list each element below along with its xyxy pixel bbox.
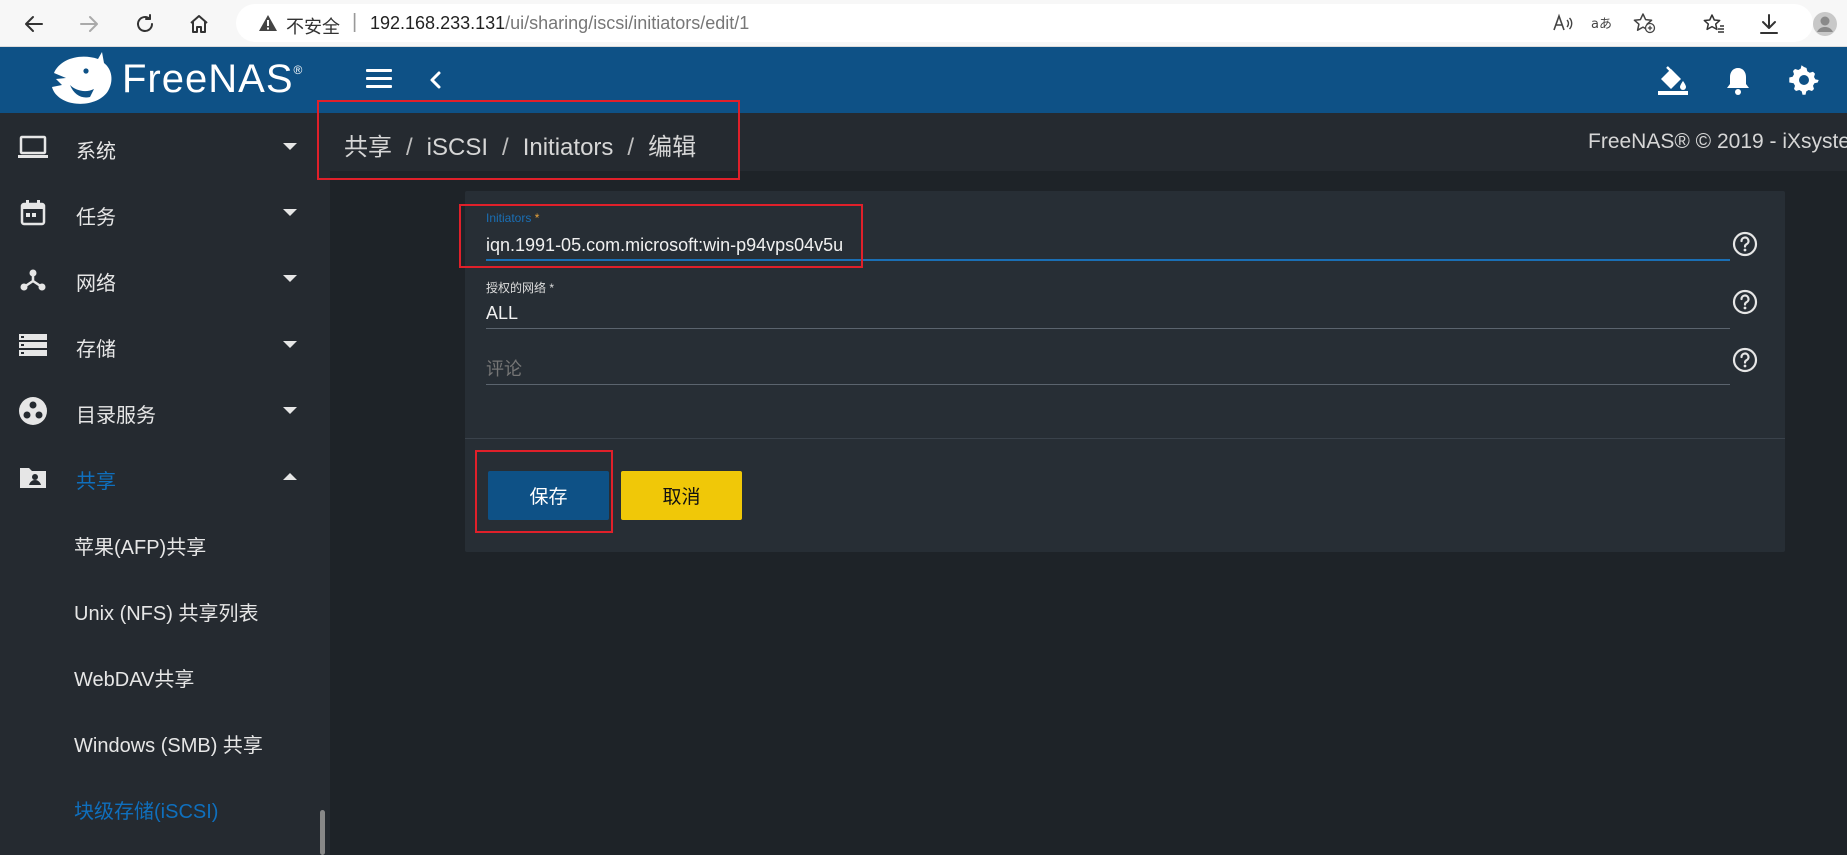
download-icon[interactable] [1755, 10, 1783, 38]
read-aloud-icon[interactable] [1551, 12, 1575, 34]
add-favorite-icon[interactable] [1632, 12, 1656, 34]
sidebar-subitem-label: 苹果(AFP)共享 [74, 537, 207, 559]
sidebar-subitem-smb[interactable]: Windows (SMB) 共享 [0, 707, 330, 773]
favorites-icon[interactable] [1700, 10, 1728, 38]
comment-help-icon[interactable] [1732, 347, 1758, 373]
share-folder-icon [17, 463, 49, 491]
comment-input[interactable] [486, 355, 1730, 385]
forward-arrow-icon[interactable] [75, 10, 103, 38]
insecure-label: 不安全 [286, 17, 340, 37]
theme-paint-bucket-icon[interactable] [1655, 63, 1689, 97]
authorized-network-input[interactable] [486, 299, 1730, 329]
breadcrumb: 共享 / iSCSI / Initiators / 编辑 [344, 127, 696, 162]
sidebar-subitem-afp[interactable]: 苹果(AFP)共享 [0, 509, 330, 575]
initiator-edit-form: Initiators * 授权的网络 * 保存 取消 [465, 191, 1785, 552]
sidebar-subitem-label: WebDAV共享 [74, 669, 195, 691]
sidebar-subitem-webdav[interactable]: WebDAV共享 [0, 641, 330, 707]
url-path: /ui/sharing/iscsi/initiators/edit/1 [505, 13, 750, 33]
sidebar-item-label: 系统 [76, 141, 116, 163]
initiators-field: Initiators * [486, 211, 1730, 273]
network-icon [17, 265, 49, 293]
sidebar-scrollbar[interactable] [320, 810, 325, 855]
authorized-network-field: 授权的网络 * [486, 279, 1730, 341]
breadcrumb-item-sharing[interactable]: 共享 [344, 134, 392, 161]
sidebar-item-storage[interactable]: 存储 [0, 311, 330, 377]
sidebar-item-tasks[interactable]: 任务 [0, 179, 330, 245]
calendar-icon [17, 199, 49, 227]
shark-logo-icon [52, 52, 112, 104]
chevron-down-icon [283, 407, 297, 414]
url-separator: | [352, 11, 358, 33]
directory-icon [17, 397, 49, 425]
back-arrow-icon[interactable] [20, 10, 48, 38]
sidebar-subitem-label: 块级存储(iSCSI) [74, 801, 219, 823]
breadcrumb-item-initiators[interactable]: Initiators [523, 134, 614, 161]
chevron-down-icon [283, 341, 297, 348]
sidebar-subitem-label: Unix (NFS) 共享列表 [74, 603, 259, 625]
brand-mark: ® [293, 63, 304, 77]
breadcrumb-item-iscsi[interactable]: iSCSI [427, 134, 488, 161]
breadcrumb-separator: / [406, 134, 413, 161]
freenas-logo[interactable]: FreeNAS® [0, 47, 330, 113]
form-divider [465, 438, 1785, 439]
collapse-chevron-icon[interactable] [424, 65, 446, 95]
authorized-network-label: 授权的网络 * [486, 279, 554, 296]
initiators-help-icon[interactable] [1732, 231, 1758, 257]
required-mark: * [549, 281, 555, 295]
save-button[interactable]: 保存 [488, 471, 609, 520]
sidebar-item-directory-services[interactable]: 目录服务 [0, 377, 330, 443]
chevron-down-icon [283, 143, 297, 150]
sidebar-subitem-label: Windows (SMB) 共享 [74, 735, 263, 757]
sidebar-item-label: 存储 [76, 339, 116, 361]
sidebar-item-system[interactable]: 系统 [0, 113, 330, 179]
cancel-button[interactable]: 取消 [621, 471, 742, 520]
copyright-text: FreeNAS® © 2019 - iXsyste [1588, 130, 1847, 153]
sidebar-item-label: 目录服务 [76, 405, 156, 427]
url-host: 192.168.233.131 [370, 13, 506, 33]
authorized-network-label-text: 授权的网络 [486, 281, 547, 295]
notifications-bell-icon[interactable] [1721, 63, 1755, 97]
sidebar-item-label: 共享 [76, 471, 116, 493]
sidebar-subitem-iscsi[interactable]: 块级存储(iSCSI) [0, 773, 330, 839]
svg-text:aあ: aあ [1591, 17, 1612, 32]
breadcrumb-bar: 共享 / iSCSI / Initiators / 编辑 FreeNAS® © 2019 -… [330, 113, 1847, 171]
sidebar-item-label: 网络 [76, 273, 116, 295]
translate-icon[interactable]: aあ [1590, 12, 1614, 34]
comment-field [486, 347, 1730, 409]
sidebar-item-label: 任务 [76, 207, 116, 229]
sidebar-subitem-nfs[interactable]: Unix (NFS) 共享列表 [0, 575, 330, 641]
initiators-input[interactable] [486, 231, 1730, 261]
initiators-label: Initiators * [486, 211, 539, 225]
storage-icon [17, 331, 49, 359]
sidebar: 系统 任务 网络 存储 目录服务 共享 苹果(AFP)共享 Unix (NFS)… [0, 113, 330, 855]
breadcrumb-separator: / [627, 134, 635, 161]
address-bar[interactable]: 不安全 | 192.168.233.131/ui/sharing/iscsi/i… [236, 4, 1813, 42]
chevron-down-icon [283, 275, 297, 282]
profile-avatar-icon[interactable] [1811, 10, 1839, 38]
reload-icon[interactable] [131, 10, 159, 38]
required-mark: * [534, 211, 540, 225]
settings-gear-icon[interactable] [1787, 63, 1821, 97]
url-text: 192.168.233.131/ui/sharing/iscsi/initiat… [370, 13, 749, 34]
initiators-label-text: Initiators [486, 211, 532, 225]
breadcrumb-separator: / [502, 134, 509, 161]
breadcrumb-item-edit: 编辑 [648, 134, 697, 161]
sidebar-item-sharing[interactable]: 共享 [0, 443, 330, 509]
warning-icon [258, 14, 278, 37]
menu-toggle-icon[interactable] [366, 69, 392, 91]
laptop-icon [17, 133, 49, 161]
authorized-network-help-icon[interactable] [1732, 289, 1758, 315]
brand-text: FreeNAS [122, 57, 294, 101]
app-header: FreeNAS® [0, 47, 1847, 113]
home-icon[interactable] [185, 10, 213, 38]
chevron-up-icon [283, 473, 297, 480]
sidebar-item-network[interactable]: 网络 [0, 245, 330, 311]
browser-toolbar: 不安全 | 192.168.233.131/ui/sharing/iscsi/i… [0, 0, 1847, 47]
brand-name: FreeNAS® [122, 57, 303, 102]
chevron-down-icon [283, 209, 297, 216]
